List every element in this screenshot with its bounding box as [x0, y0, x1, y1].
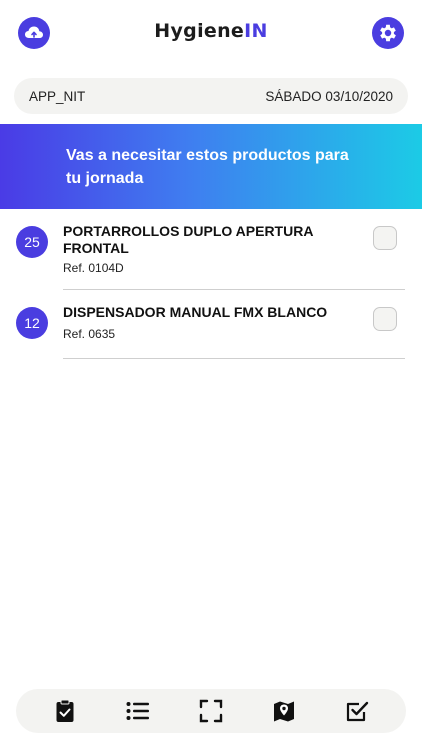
product-ref: Ref. 0104D	[63, 261, 124, 275]
checkbox-icon	[347, 701, 369, 722]
logo-text-hygiene: Hygiene	[154, 20, 245, 42]
app-logo: HygieneIN	[0, 20, 422, 42]
user-label: APP_NIT	[29, 88, 86, 104]
list-icon	[126, 702, 149, 720]
clipboard-check-icon	[56, 699, 74, 722]
nav-checklist-button[interactable]	[337, 691, 377, 731]
gear-icon	[380, 24, 396, 42]
nav-scan-button[interactable]	[191, 691, 231, 731]
quantity-badge: 25	[16, 226, 48, 258]
date-label: SÁBADO 03/10/2020	[265, 88, 393, 104]
nav-list-button[interactable]	[118, 691, 158, 731]
nav-tasks-button[interactable]	[45, 691, 85, 731]
scan-frame-icon	[199, 699, 223, 723]
bottom-navigation	[16, 689, 406, 733]
map-pin-icon	[274, 701, 295, 722]
banner-text: Vas a necesitar estos productos para tu …	[66, 147, 349, 187]
nav-map-button[interactable]	[264, 691, 304, 731]
session-info-bar: APP_NIT SÁBADO 03/10/2020	[14, 78, 408, 114]
products-banner: Vas a necesitar estos productos para tu …	[0, 124, 422, 209]
list-item: 25 PORTARROLLOS DUPLO APERTURA FRONTAL R…	[0, 209, 422, 290]
product-ref: Ref. 0635	[63, 327, 116, 341]
product-checkbox[interactable]	[373, 307, 397, 331]
divider	[63, 358, 405, 359]
logo-text-in: IN	[244, 20, 268, 42]
list-item: 12 DISPENSADOR MANUAL FMX BLANCO Ref. 06…	[0, 290, 422, 359]
quantity-badge: 12	[16, 307, 48, 339]
settings-button[interactable]	[372, 17, 404, 49]
top-bar: HygieneIN	[0, 0, 422, 64]
product-checkbox[interactable]	[373, 226, 397, 250]
product-name: DISPENSADOR MANUAL FMX BLANCO	[63, 304, 328, 320]
product-name: PORTARROLLOS DUPLO APERTURA FRONTAL	[63, 223, 313, 256]
product-list: 25 PORTARROLLOS DUPLO APERTURA FRONTAL R…	[0, 209, 422, 359]
